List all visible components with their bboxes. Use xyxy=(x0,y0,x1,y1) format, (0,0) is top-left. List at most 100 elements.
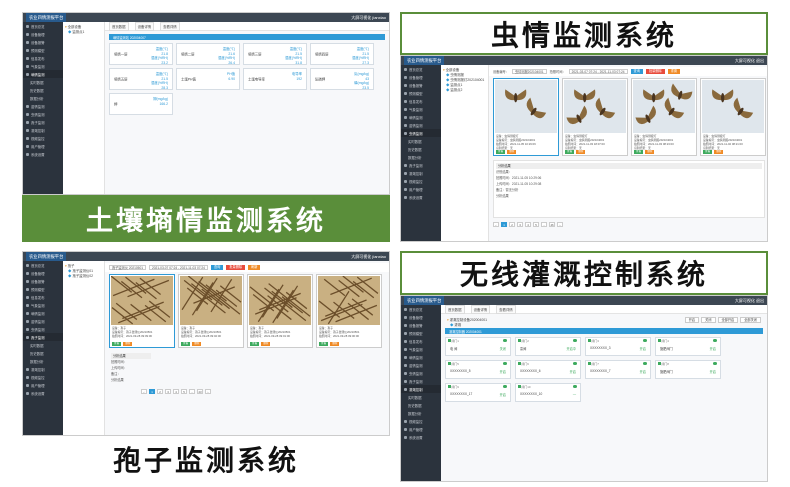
sidebar-subitem[interactable]: 历史数据 xyxy=(401,401,441,409)
sidebar-item[interactable]: 灌溉控制 xyxy=(23,126,63,134)
sidebar-item[interactable]: 设备管理 xyxy=(23,30,63,38)
batch-delete-button[interactable]: 批量删除 xyxy=(645,69,665,74)
sidebar-item[interactable]: 系统设置 xyxy=(23,389,63,397)
sidebar-item[interactable]: 信息发布 xyxy=(401,97,441,105)
view-button[interactable]: 查看 xyxy=(112,342,122,346)
sidebar-subitem[interactable]: 数据分析 xyxy=(401,409,441,417)
view-button[interactable]: 查看 xyxy=(703,150,713,154)
sidebar-item[interactable]: 设备报警 xyxy=(23,38,63,46)
sidebar-item[interactable]: 苗情监测 xyxy=(23,317,63,325)
tab-home[interactable]: 首页数据 xyxy=(445,304,465,314)
valve-control-button[interactable]: 全部开启 xyxy=(717,317,739,323)
sidebar-item[interactable]: 苗情监测 xyxy=(23,102,63,110)
sidebar-subitem[interactable]: 实时数据 xyxy=(23,78,63,86)
page-button[interactable]: ‹ xyxy=(141,389,147,394)
sidebar-item[interactable]: 预测模型 xyxy=(23,285,63,293)
refresh-button[interactable]: 刷新 xyxy=(248,265,261,270)
page-button[interactable]: 3 xyxy=(517,222,523,227)
date-range-input[interactable]: 2021-03-07 07:24 - 2021-11-03 07:24 xyxy=(568,69,628,74)
sidebar-item[interactable]: 苗情监测 xyxy=(401,121,441,129)
query-button[interactable]: 查询 xyxy=(630,69,643,74)
view-button[interactable]: 查看 xyxy=(634,150,644,154)
sidebar-subitem[interactable]: 实时数据 xyxy=(401,393,441,401)
sidebar-item[interactable]: 墒情监测 xyxy=(23,309,63,317)
sidebar-item[interactable]: 孢子监测 xyxy=(23,333,63,341)
sidebar-item[interactable]: 墒情监测 xyxy=(23,70,63,78)
page-button[interactable]: 2 xyxy=(157,389,163,394)
sidebar-item[interactable]: 气象监测 xyxy=(401,345,441,353)
valve-control-button[interactable]: 关闭 xyxy=(701,317,716,323)
page-button[interactable]: › xyxy=(557,222,563,227)
sidebar-item[interactable]: 灌溉控制 xyxy=(401,385,441,393)
sidebar-item[interactable]: 虫情监测 xyxy=(23,325,63,333)
sidebar-item[interactable]: 首页总览 xyxy=(23,261,63,269)
sidebar-item[interactable]: 首页总览 xyxy=(401,65,441,73)
sidebar-item[interactable]: 用户管理 xyxy=(401,185,441,193)
photo-card[interactable]: 设备：虫情测报灯 设备编号：虫情测报202104001 拍照时间：2021-11-0… xyxy=(493,78,559,156)
photo-card[interactable]: 设备：虫情测报灯 设备编号：虫情测报202104001 拍照时间：2021-11-0… xyxy=(700,78,766,156)
sidebar-item[interactable]: 系统设置 xyxy=(23,150,63,158)
delete-button[interactable]: 删除 xyxy=(714,150,724,154)
valve-control-button[interactable]: 开启 xyxy=(684,317,700,323)
sidebar-item[interactable]: 虫情监测 xyxy=(23,110,63,118)
query-button[interactable]: 查询 xyxy=(210,265,224,270)
page-button[interactable]: 2 xyxy=(509,222,515,227)
sidebar-item[interactable]: 系统设置 xyxy=(401,433,441,441)
sidebar-item[interactable]: 设备报警 xyxy=(401,321,441,329)
valve-toggle[interactable] xyxy=(643,339,647,342)
valve-toggle[interactable] xyxy=(503,362,507,365)
sidebar-subitem[interactable]: 实时数据 xyxy=(23,341,63,349)
tab-detail[interactable]: 查看详情 xyxy=(160,21,180,31)
view-button[interactable]: 查看 xyxy=(181,342,191,346)
page-button[interactable]: ... xyxy=(541,222,547,227)
valve-toggle[interactable] xyxy=(573,339,577,342)
delete-button[interactable]: 删除 xyxy=(507,150,517,154)
sidebar-item[interactable]: 墒情监测 xyxy=(401,353,441,361)
tree-node[interactable]: ◆ 监测点1 xyxy=(65,29,102,34)
view-button[interactable]: 查看 xyxy=(250,342,260,346)
view-button[interactable]: 查看 xyxy=(319,342,329,346)
sidebar-item[interactable]: 灌溉控制 xyxy=(23,365,63,373)
sidebar-item[interactable]: 视频监控 xyxy=(23,134,63,142)
sidebar-item[interactable]: 视频监控 xyxy=(401,417,441,425)
sidebar-subitem[interactable]: 历史数据 xyxy=(23,349,63,357)
page-button[interactable]: 23 xyxy=(197,389,203,394)
sidebar-subitem[interactable]: 历史数据 xyxy=(401,145,441,153)
sidebar-item[interactable]: 设备报警 xyxy=(401,81,441,89)
page-button[interactable]: 46 xyxy=(549,222,555,227)
sidebar-item[interactable]: 孢子监测 xyxy=(23,118,63,126)
tab-device[interactable]: 设备详情 xyxy=(470,304,491,314)
sidebar-item[interactable]: 首页总览 xyxy=(23,22,63,30)
page-button[interactable]: 4 xyxy=(173,389,179,394)
sidebar-item[interactable]: 用户管理 xyxy=(23,142,63,150)
sidebar-item[interactable]: 信息发布 xyxy=(401,337,441,345)
sidebar-item[interactable]: 气象监测 xyxy=(23,301,63,309)
sidebar-item[interactable]: 预测模型 xyxy=(23,46,63,54)
sidebar-item[interactable]: 墒情监测 xyxy=(401,113,441,121)
sidebar-item[interactable]: 虫情监测 xyxy=(401,369,441,377)
photo-card[interactable]: 设备：孢子 设备编号：孢子监测仪20210501 拍照时间：2021-09-28 0… xyxy=(247,274,313,348)
sidebar-item[interactable]: 信息发布 xyxy=(23,293,63,301)
tab-home[interactable]: 首页数据 xyxy=(109,21,129,31)
user-menu[interactable]: 大屏可视化 退出 xyxy=(735,58,764,64)
user-menu[interactable]: 大屏可视化 jianxiao xyxy=(351,15,386,21)
sidebar-item[interactable]: 预测模型 xyxy=(401,89,441,97)
sidebar-item[interactable]: 苗情监测 xyxy=(401,361,441,369)
tab-detail[interactable]: 查看详情 xyxy=(496,304,516,314)
device-select[interactable]: 虫情测报202104001 xyxy=(511,69,547,74)
delete-button[interactable]: 删除 xyxy=(330,342,340,346)
date-range-input[interactable]: 2021-03-07 07:24 - 2021-11-03 07:24 xyxy=(149,265,208,270)
photo-card[interactable]: 设备：孢子 设备编号：孢子监测仪20210501 拍照时间：2021-09-28 0… xyxy=(316,274,382,348)
valve-control-button[interactable]: 全部关闭 xyxy=(740,317,761,323)
sidebar-item[interactable]: 孢子监测 xyxy=(401,161,441,169)
page-button[interactable]: 1 xyxy=(501,222,507,227)
sidebar-item[interactable]: 设备管理 xyxy=(401,313,441,321)
tab-device[interactable]: 设备详情 xyxy=(134,21,155,31)
photo-card[interactable]: 设备：孢子 设备编号：孢子监测仪20210501 拍照时间：2021-09-28 0… xyxy=(109,274,175,348)
delete-button[interactable]: 删除 xyxy=(645,150,655,154)
photo-card[interactable]: 设备：孢子 设备编号：孢子监测仪20210501 拍照时间：2021-09-28 0… xyxy=(178,274,244,348)
sidebar-item[interactable]: 虫情监测 xyxy=(401,129,441,137)
tree-node[interactable]: ◆ 孢子监测仪02 xyxy=(65,273,102,278)
user-menu[interactable]: 大屏可视化 退出 xyxy=(735,298,764,304)
sidebar-item[interactable]: 预测模型 xyxy=(401,329,441,337)
